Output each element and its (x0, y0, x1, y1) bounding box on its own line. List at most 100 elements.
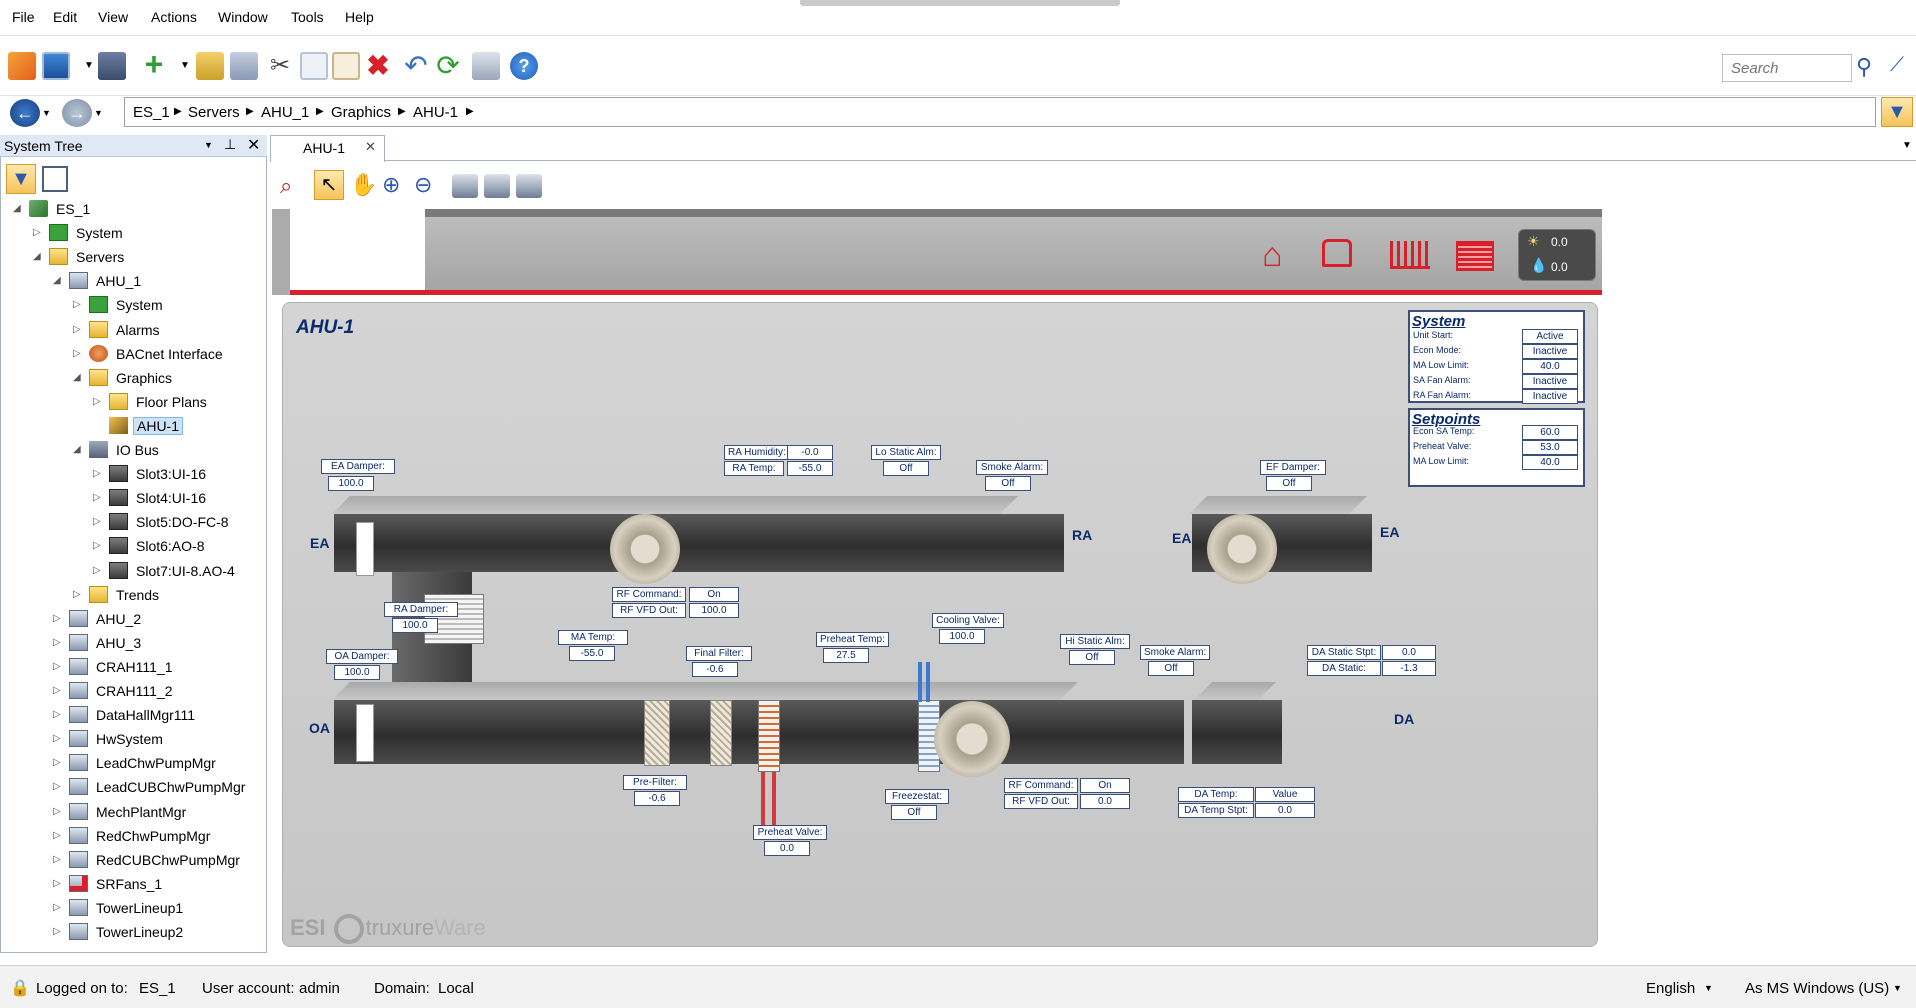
panel-icon[interactable] (42, 52, 70, 80)
smoke-ra-value[interactable]: Off (985, 476, 1031, 491)
chevron-down-icon[interactable]: ▼ (94, 108, 103, 118)
rf-command-value[interactable]: On (689, 587, 739, 602)
zoom-extents-icon[interactable]: ⌕ (280, 173, 308, 201)
tree-item-slot7-ui-8-ao-4[interactable]: ▷ Slot7:UI-8.AO-4 (93, 561, 266, 581)
pin-icon[interactable]: ⟋ (1890, 54, 1904, 77)
final-filter-value[interactable]: -0.6 (692, 662, 738, 677)
tree-item-crah111-2[interactable]: ▷ CRAH111_2 (53, 681, 266, 701)
tree-navigate-icon[interactable] (42, 166, 68, 192)
print-setup-icon[interactable] (516, 174, 542, 198)
ra-damper-value[interactable]: 100.0 (392, 618, 438, 633)
menu-actions[interactable]: Actions (151, 9, 197, 25)
collapse-icon[interactable]: ◢ (73, 444, 81, 455)
menu-window[interactable]: Window (218, 9, 268, 25)
tree-filter-icon[interactable]: ▼ (6, 164, 36, 194)
tree-item-leadchwpumpmgr[interactable]: ▷ LeadChwPumpMgr (53, 753, 266, 773)
cooling-valve-value[interactable]: 100.0 (939, 629, 985, 644)
rf-vfd-value[interactable]: 100.0 (689, 603, 739, 618)
system-row-value[interactable]: 40.0 (1522, 359, 1578, 374)
search-input[interactable] (1722, 54, 1852, 82)
close-icon[interactable]: ✕ (365, 139, 376, 155)
breadcrumb-separator-icon[interactable]: ▶ (246, 106, 254, 117)
collapse-icon[interactable]: ◢ (53, 275, 61, 286)
expand-icon[interactable]: ▷ (53, 613, 61, 624)
ra-temp-value[interactable]: -55.0 (787, 461, 833, 476)
oa-damper-value[interactable]: 100.0 (334, 665, 380, 680)
tree-item-system[interactable]: ▷ System (73, 295, 266, 315)
tree-item-slot5-do-fc-8[interactable]: ▷ Slot5:DO-FC-8 (93, 512, 266, 532)
collapse-icon[interactable]: ◢ (33, 251, 41, 262)
tree-item-system[interactable]: ▷ System (33, 223, 266, 243)
print-icon[interactable] (452, 174, 478, 198)
collapse-icon[interactable]: ◢ (73, 372, 81, 383)
tree-item-redchwpumpmgr[interactable]: ▷ RedChwPumpMgr (53, 826, 266, 846)
sf-vfd-value[interactable]: 0.0 (1080, 794, 1130, 809)
menu-edit[interactable]: Edit (53, 9, 77, 25)
tree-item-redcubchwpumpmgr[interactable]: ▷ RedCUBChwPumpMgr (53, 850, 266, 870)
expand-icon[interactable]: ▷ (53, 781, 61, 792)
system-row-value[interactable]: Active (1522, 329, 1578, 344)
collapse-icon[interactable]: ◢ (13, 203, 21, 214)
expand-icon[interactable]: ▷ (53, 854, 61, 865)
breadcrumb-separator-icon[interactable]: ▶ (466, 106, 474, 117)
chevron-down-icon[interactable]: ▼ (1902, 140, 1912, 151)
language-select[interactable]: English (1646, 980, 1695, 997)
cut-icon[interactable]: ✂ (266, 52, 294, 80)
window-grip[interactable] (800, 0, 1120, 6)
zoom-in-icon[interactable]: ⊕ (382, 172, 400, 198)
freezestat-value[interactable]: Off (891, 805, 937, 820)
expand-icon[interactable]: ▷ (93, 396, 101, 407)
tree-item-towerlineup2[interactable]: ▷ TowerLineup2 (53, 922, 266, 942)
menu-help[interactable]: Help (345, 9, 374, 25)
breadcrumb-es1[interactable]: ES_1 (133, 104, 170, 121)
tree-item-io-bus[interactable]: ◢ IO Bus (73, 440, 266, 460)
ea-damper-value[interactable]: 100.0 (328, 476, 374, 491)
expand-icon[interactable]: ▷ (73, 324, 81, 335)
preheat-temp-value[interactable]: 27.5 (823, 648, 869, 663)
hi-static-value[interactable]: Off (1069, 650, 1115, 665)
chevron-down-icon[interactable]: ▼ (1893, 983, 1902, 993)
ef-damper-value[interactable]: Off (1266, 476, 1312, 491)
pre-filter-value[interactable]: -0.6 (634, 791, 680, 806)
tree-item-floor-plans[interactable]: ▷ Floor Plans (93, 392, 266, 412)
expand-icon[interactable]: ▷ (53, 926, 61, 937)
da-temp-value[interactable]: Value (1255, 787, 1315, 802)
chevron-down-icon[interactable]: ▼ (204, 140, 213, 150)
expand-icon[interactable]: ▷ (53, 709, 61, 720)
expand-icon[interactable]: ▷ (53, 902, 61, 913)
tree-item-ahu-2[interactable]: ▷ AHU_2 (53, 609, 266, 629)
tree-item-hwsystem[interactable]: ▷ HwSystem (53, 729, 266, 749)
tree-item-leadcubchwpumpmgr[interactable]: ▷ LeadCUBChwPumpMgr (53, 777, 266, 797)
help-icon[interactable]: ? (510, 52, 538, 80)
device-icon[interactable] (98, 52, 126, 80)
paste-icon[interactable] (332, 52, 360, 80)
print-preview-icon[interactable] (484, 174, 510, 198)
expand-icon[interactable]: ▷ (93, 492, 101, 503)
tree-item-bacnet-interface[interactable]: ▷ BACnet Interface (73, 344, 266, 364)
da-temp-stpt-value[interactable]: 0.0 (1255, 803, 1315, 818)
add-icon[interactable]: + (140, 48, 168, 80)
tree-item-slot4-ui-16[interactable]: ▷ Slot4:UI-16 (93, 488, 266, 508)
expand-icon[interactable]: ▷ (93, 468, 101, 479)
save-icon[interactable] (230, 52, 258, 80)
expand-icon[interactable]: ▷ (53, 661, 61, 672)
zoom-out-icon[interactable]: ⊖ (414, 172, 432, 198)
chevron-down-icon[interactable]: ▼ (1704, 983, 1713, 993)
expand-icon[interactable]: ▷ (53, 733, 61, 744)
system-row-value[interactable]: Inactive (1522, 374, 1578, 389)
tree-item-ahu-3[interactable]: ▷ AHU_3 (53, 633, 266, 653)
tree-item-slot3-ui-16[interactable]: ▷ Slot3:UI-16 (93, 464, 266, 484)
print-icon[interactable] (472, 52, 500, 80)
breadcrumb-separator-icon[interactable]: ▶ (316, 106, 324, 117)
copy-icon[interactable] (300, 52, 328, 80)
filter-icon[interactable]: ▼ (1881, 97, 1913, 127)
tree-item-alarms[interactable]: ▷ Alarms (73, 320, 266, 340)
breadcrumb-servers[interactable]: Servers (188, 104, 240, 121)
tree-item-srfans-1[interactable]: ▷ SRFans_1 (53, 874, 266, 894)
breadcrumb-separator-icon[interactable]: ▶ (398, 106, 406, 117)
tree-item-servers[interactable]: ◢ Servers (33, 247, 266, 267)
expand-icon[interactable]: ▷ (73, 348, 81, 359)
workstation-icon[interactable] (8, 52, 36, 80)
expand-icon[interactable]: ▷ (93, 516, 101, 527)
tree-item-ahu-1[interactable]: AHU-1 (93, 416, 266, 436)
